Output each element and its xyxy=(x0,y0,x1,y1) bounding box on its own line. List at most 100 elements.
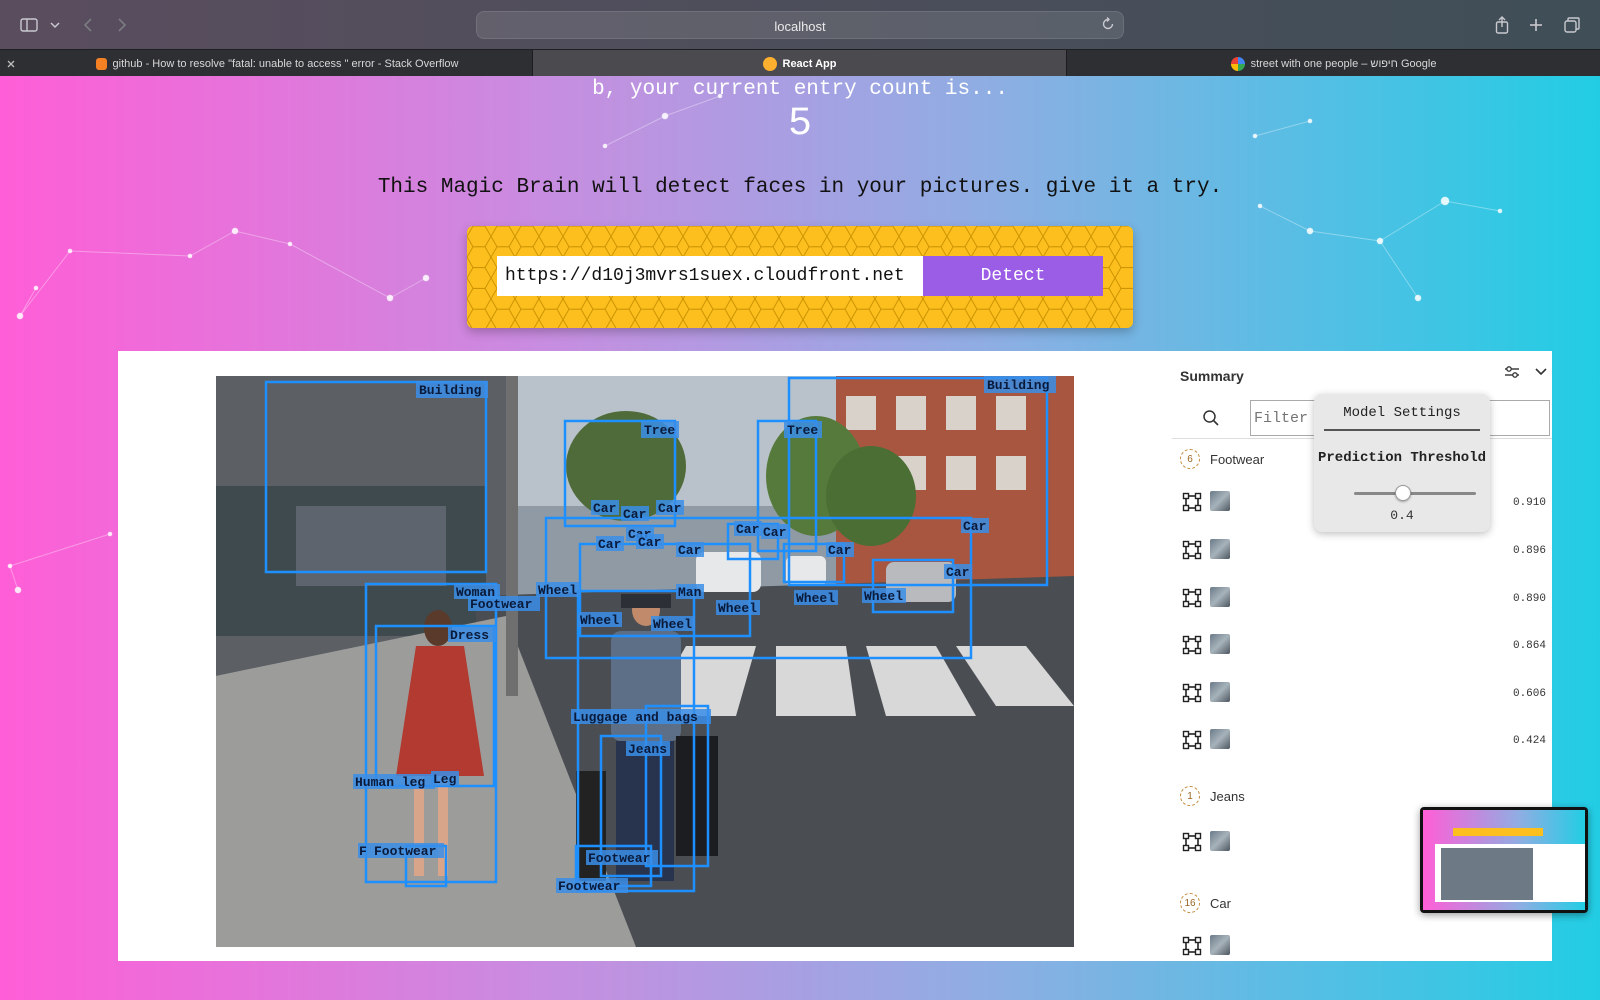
bounding-box-icon xyxy=(1182,730,1202,755)
detection-label: Tree xyxy=(644,423,675,438)
detection-label: Footwear xyxy=(588,851,650,866)
tagline-text: This Magic Brain will detect faces in yo… xyxy=(377,176,1223,199)
sidebar-toggle-icon[interactable] xyxy=(18,12,40,38)
detection-label: Luggage and bags xyxy=(573,710,698,725)
detection-label: Car xyxy=(598,537,621,552)
stackoverflow-icon xyxy=(95,57,107,70)
greeting-text: b, your current entry count is... xyxy=(592,78,1008,101)
detection-thumbnail xyxy=(1210,539,1230,559)
screenshot-preview-thumbnail[interactable] xyxy=(1420,807,1588,913)
detection-label: Car xyxy=(593,501,616,516)
bounding-box-icon xyxy=(1182,683,1202,708)
new-tab-icon[interactable] xyxy=(1526,12,1546,38)
tab-label: React App xyxy=(782,57,837,70)
detection-label: Wheel xyxy=(718,601,757,616)
tab-label: street with one people – חיפוש Google xyxy=(1250,57,1437,70)
threshold-slider-track[interactable] xyxy=(1354,492,1476,495)
detection-label: Footwear xyxy=(470,597,532,612)
detection-label: Car xyxy=(963,519,986,534)
detect-button[interactable]: Detect xyxy=(923,256,1103,296)
bounding-box-icon xyxy=(1182,588,1202,613)
detection-label: Wheel xyxy=(653,617,692,632)
detection-label: Leg xyxy=(433,772,457,787)
category-count: 16 xyxy=(1180,893,1200,913)
detection-score: 0.424 xyxy=(1512,735,1546,747)
detection-label: Wheel xyxy=(538,583,577,598)
detection-thumbnail xyxy=(1210,587,1230,607)
detection-score: 0.606 xyxy=(1512,688,1546,700)
detection-label: Car xyxy=(638,535,661,550)
category-car[interactable]: 16 Car xyxy=(1180,891,1231,915)
detection-thumbnail xyxy=(1210,729,1230,749)
app-page: b, your current entry count is... 5 This… xyxy=(0,76,1600,1000)
detection-row[interactable]: 0.896 xyxy=(1180,535,1546,565)
detection-thumbnail xyxy=(1210,831,1230,851)
detection-label: Car xyxy=(658,501,681,516)
detection-score: 0.864 xyxy=(1512,640,1546,652)
detection-thumbnail xyxy=(1210,682,1230,702)
category-jeans[interactable]: 1 Jeans xyxy=(1180,784,1245,808)
detection-label: Human leg xyxy=(355,775,425,790)
detection-label: Car xyxy=(828,543,851,558)
detection-label: Wheel xyxy=(864,589,903,604)
back-icon[interactable] xyxy=(78,12,98,38)
detection-label: Tree xyxy=(787,423,818,438)
street-photo: Building Building Tree Tree Car Car Car … xyxy=(216,376,1074,947)
detection-label: Car xyxy=(736,522,759,537)
bounding-box-icon xyxy=(1182,540,1202,565)
reload-icon[interactable] xyxy=(1101,17,1115,36)
detection-row[interactable]: 0.606 xyxy=(1180,678,1546,708)
address-text: localhost xyxy=(774,19,826,34)
close-tab-icon[interactable] xyxy=(0,50,22,77)
tab-label: github - How to resolve "fatal: unable t… xyxy=(112,57,459,70)
forward-icon[interactable] xyxy=(112,12,132,38)
image-url-input[interactable] xyxy=(497,256,923,296)
detection-label: Wheel xyxy=(796,591,835,606)
share-icon[interactable] xyxy=(1492,12,1512,38)
tab-google[interactable]: street with one people – חיפוש Google xyxy=(1067,50,1600,77)
tab-stackoverflow[interactable]: github - How to resolve "fatal: unable t… xyxy=(22,50,532,77)
entry-count: 5 xyxy=(787,102,812,147)
browser-toolbar: localhost xyxy=(0,0,1600,49)
detection-row[interactable]: 0.864 xyxy=(1180,630,1546,660)
model-settings-title: Model Settings xyxy=(1324,405,1480,431)
detection-thumbnail xyxy=(1210,491,1230,511)
tab-react-app[interactable]: React App xyxy=(533,50,1066,77)
detection-label: F xyxy=(359,844,367,859)
category-count: 6 xyxy=(1180,449,1200,469)
detection-label: Jeans xyxy=(628,742,667,757)
detection-label: Building xyxy=(987,378,1050,393)
bounding-box-icon xyxy=(1182,832,1202,857)
tab-bar: github - How to resolve "fatal: unable t… xyxy=(0,49,1600,77)
detection-row[interactable]: 0.424 xyxy=(1180,725,1546,755)
chevron-down-icon[interactable] xyxy=(48,12,62,38)
google-icon xyxy=(1230,56,1245,71)
category-name: Jeans xyxy=(1210,788,1245,804)
detection-label: Dress xyxy=(450,628,489,643)
detection-row[interactable] xyxy=(1180,931,1546,961)
detection-score: 0.910 xyxy=(1512,497,1546,509)
detection-row[interactable]: 0.890 xyxy=(1180,583,1546,613)
detection-label: Footwear xyxy=(558,879,620,894)
sliders-icon[interactable] xyxy=(1504,365,1520,384)
detection-label: Man xyxy=(678,585,702,600)
chevron-down-icon[interactable] xyxy=(1534,365,1548,384)
category-footwear[interactable]: 6 Footwear xyxy=(1180,447,1264,471)
image-url-form: Detect xyxy=(467,226,1133,328)
category-name: Footwear xyxy=(1210,451,1265,467)
detection-label: Car xyxy=(623,507,646,522)
bounding-box-icon xyxy=(1182,936,1202,961)
detection-label: Footwear xyxy=(374,844,436,859)
detection-thumbnail xyxy=(1210,634,1230,654)
detection-label: Car xyxy=(763,525,786,540)
detection-score: 0.890 xyxy=(1512,593,1546,605)
detection-label: Car xyxy=(946,565,969,580)
category-name: Car xyxy=(1210,895,1231,911)
address-bar[interactable]: localhost xyxy=(476,11,1124,39)
detection-score: 0.896 xyxy=(1512,545,1546,557)
tab-overview-icon[interactable] xyxy=(1562,12,1582,38)
threshold-slider-knob[interactable] xyxy=(1394,485,1411,501)
detection-label: Wheel xyxy=(580,613,619,628)
prediction-threshold-label: Prediction Threshold xyxy=(1317,450,1487,466)
search-icon[interactable] xyxy=(1202,409,1220,432)
